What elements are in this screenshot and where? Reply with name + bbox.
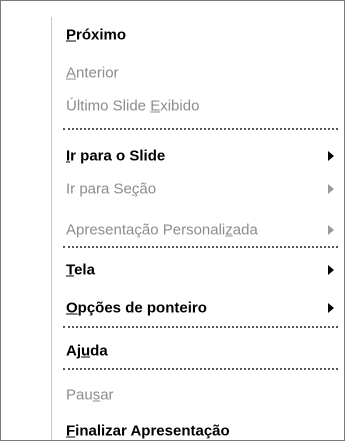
submenu-arrow-icon: [328, 151, 334, 161]
menu-item-help[interactable]: Ajuda: [1, 334, 344, 368]
menu-item-label: Ajuda: [66, 342, 108, 360]
menu-item-label: Finalizar Apresentação: [66, 422, 230, 440]
submenu-arrow-icon: [328, 265, 334, 275]
menu-separator: [63, 246, 338, 248]
menu-item-label: Opções de ponteiro: [66, 299, 207, 317]
menu-item-next[interactable]: Próximo: [1, 18, 344, 52]
menu-item-custom-show[interactable]: Apresentação Personalizada: [1, 213, 344, 247]
menu-item-label: Ir para o Slide: [66, 147, 166, 165]
submenu-arrow-icon: [328, 303, 334, 313]
menu-item-label: Tela: [66, 261, 95, 279]
menu-item-go-to-slide[interactable]: Ir para o Slide: [1, 139, 344, 173]
menu-separator: [63, 368, 338, 370]
menu-item-label: Pausar: [66, 386, 114, 404]
menu-item-previous[interactable]: Anterior: [1, 56, 344, 90]
submenu-arrow-icon: [328, 225, 334, 235]
menu-item-pointer-options[interactable]: Opções de ponteiro: [1, 291, 344, 325]
menu-item-go-to-section[interactable]: Ir para Seção: [1, 172, 344, 206]
menu-item-label: Anterior: [66, 64, 119, 82]
menu-separator: [63, 326, 338, 328]
menu-item-label: Ir para Seção: [66, 180, 157, 198]
menu-item-label: Apresentação Personalizada: [66, 221, 258, 239]
slideshow-context-menu: Próximo Anterior Último Slide Exibido Ir…: [0, 0, 345, 441]
menu-item-label: Último Slide Exibido: [66, 97, 200, 115]
menu-item-last-viewed[interactable]: Último Slide Exibido: [1, 89, 344, 123]
menu-separator: [63, 128, 338, 130]
submenu-arrow-icon: [328, 184, 334, 194]
menu-item-pause[interactable]: Pausar: [1, 378, 344, 412]
menu-item-screen[interactable]: Tela: [1, 253, 344, 287]
menu-item-label: Próximo: [66, 26, 127, 44]
menu-item-end-show[interactable]: Finalizar Apresentação: [1, 414, 344, 448]
